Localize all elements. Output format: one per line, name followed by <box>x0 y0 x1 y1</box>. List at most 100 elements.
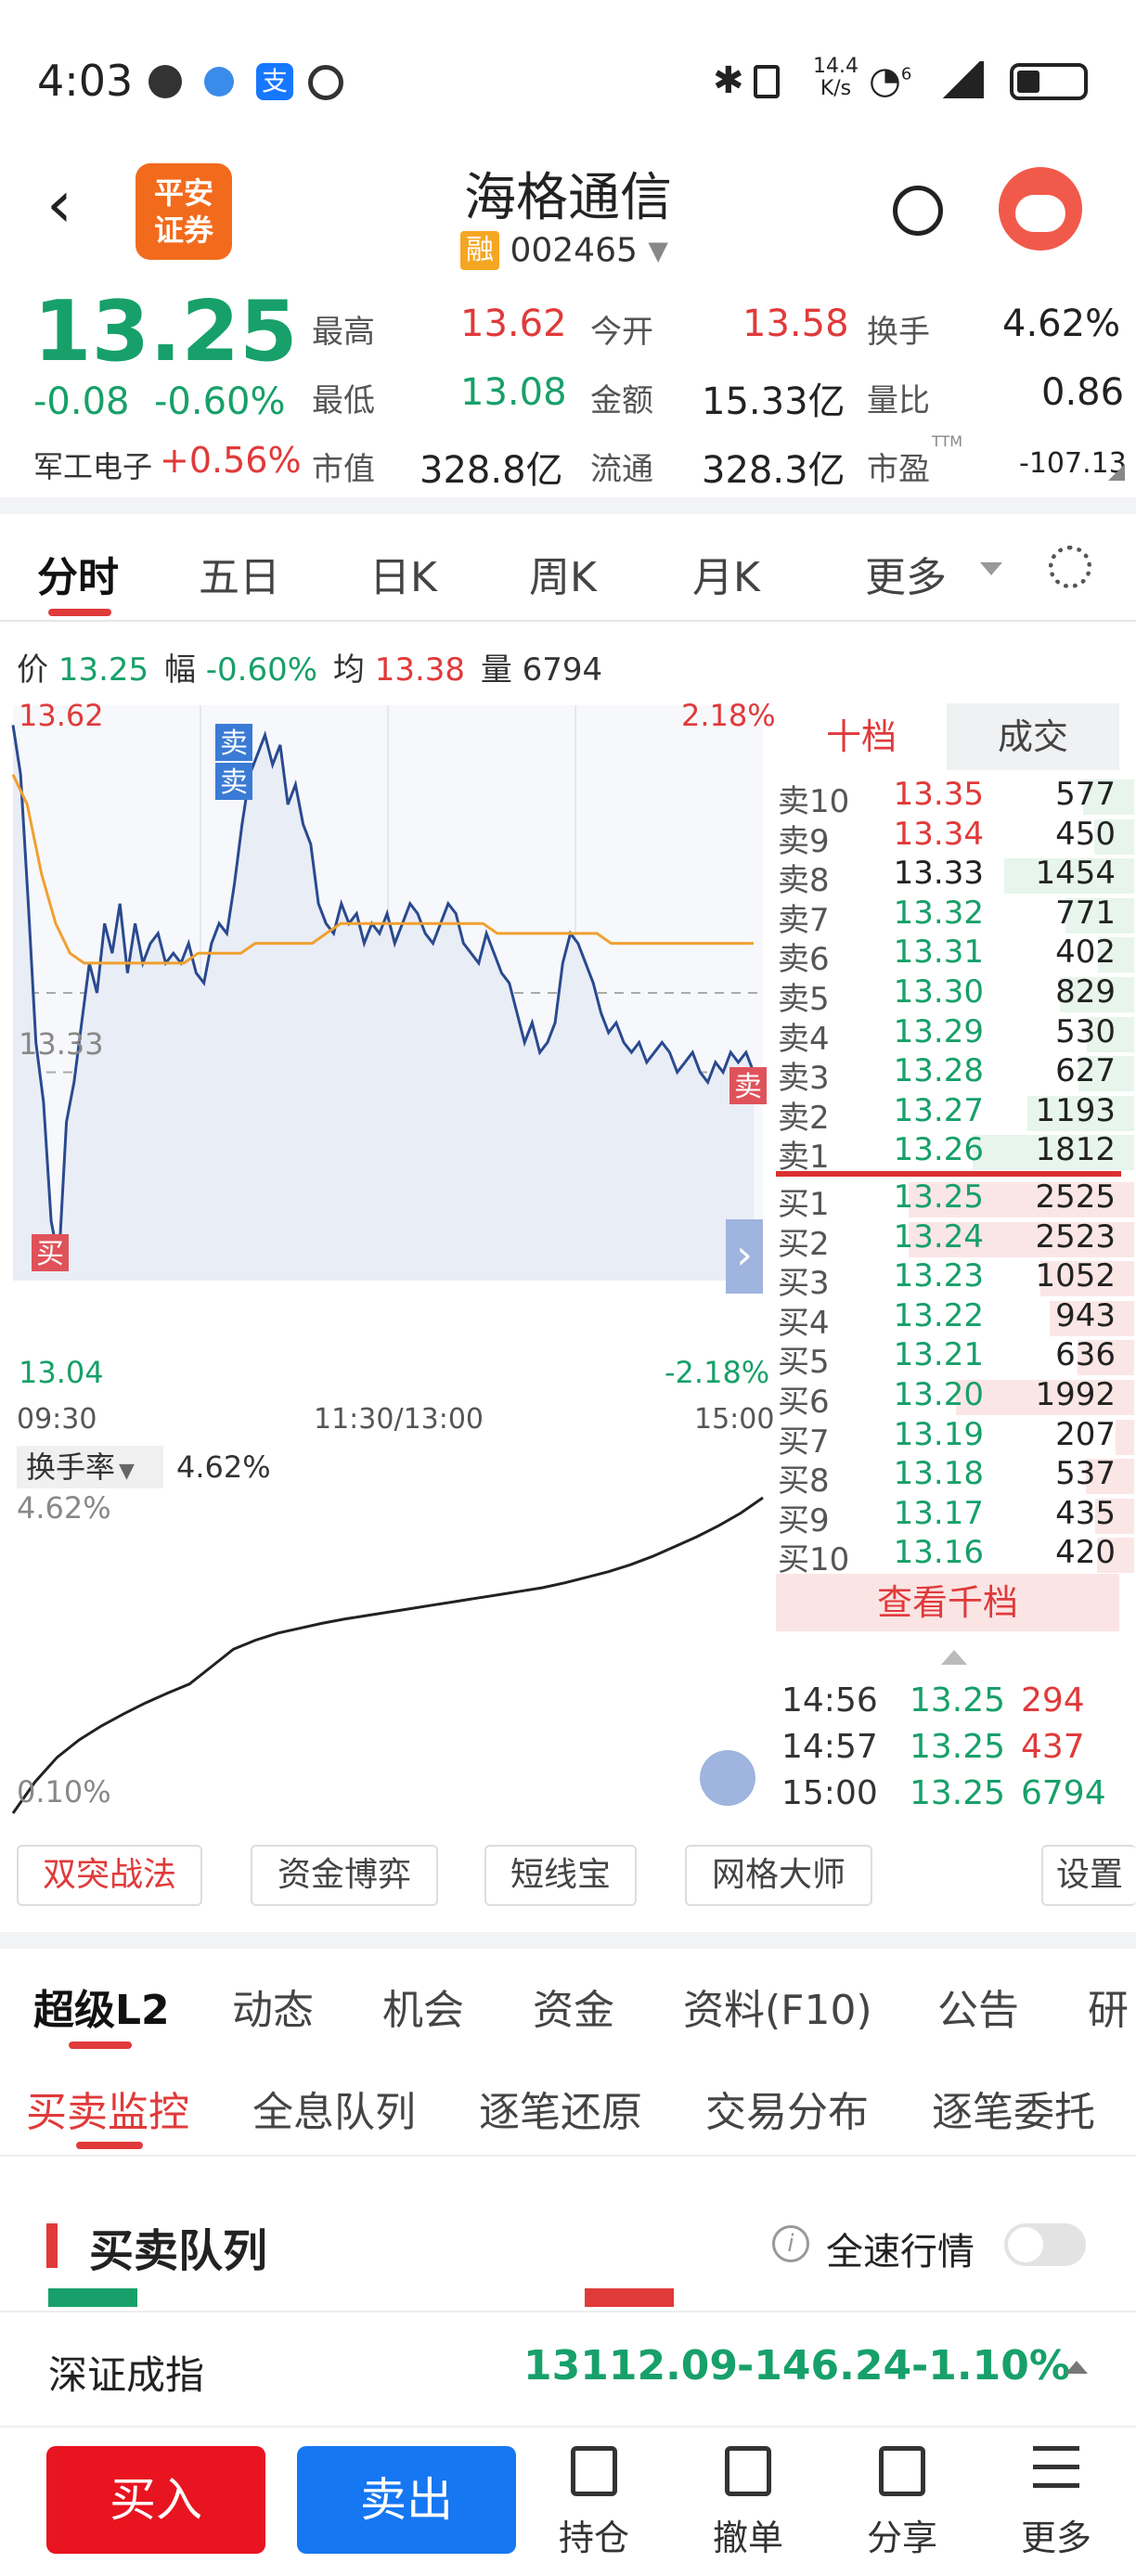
amount-label: 金额 <box>590 382 653 419</box>
trade-time: 15:00 <box>781 1774 878 1812</box>
tool-settings[interactable]: 设置 <box>1041 1845 1136 1906</box>
tool-fund-game[interactable]: 资金博弈 <box>251 1845 438 1906</box>
level-price: 13.23 <box>893 1257 984 1295</box>
tab-intraday[interactable]: 分时 <box>37 544 119 603</box>
tab-weekly[interactable]: 周K <box>529 544 597 603</box>
trade-volume: 437 <box>1021 1728 1085 1766</box>
subtab-tick-orders[interactable]: 逐笔委托 <box>932 2079 1095 2138</box>
queue-strip <box>48 2288 1088 2307</box>
app-notification-icons: 支 <box>148 61 353 102</box>
sector-name[interactable]: 军工电子 <box>33 444 152 486</box>
avatar[interactable] <box>999 167 1082 251</box>
tab-more[interactable]: 更多 <box>865 544 947 603</box>
sector-pct[interactable]: +0.56% <box>160 440 302 481</box>
tab-5day[interactable]: 五日 <box>199 544 280 603</box>
active-tab-underline <box>69 2041 132 2049</box>
trade-volume: 6794 <box>1021 1774 1106 1812</box>
more-chevron-icon[interactable] <box>980 562 1002 575</box>
intraday-chart[interactable]: 卖卖买卖 <box>0 696 776 1401</box>
subtab-full-queue[interactable]: 全息队列 <box>252 2079 416 2138</box>
tab-profile[interactable]: 资料(F10) <box>683 1977 872 2036</box>
level-price: 13.19 <box>893 1415 984 1453</box>
system-status-icons: ✱ 14.4 K/s ◔6 <box>713 56 1103 111</box>
level-volume: 1052 <box>1035 1257 1116 1295</box>
level-price: 13.27 <box>893 1091 984 1129</box>
toggle-label: 全速行情 <box>826 2231 975 2273</box>
orderbook-tab-trades[interactable]: 成交 <box>947 703 1119 770</box>
wifi-icon: ◔6 <box>869 59 912 102</box>
chevron-right-icon[interactable]: › <box>726 1219 763 1294</box>
level-price: 13.28 <box>893 1052 984 1090</box>
tab-super-l2[interactable]: 超级L2 <box>33 1977 170 2036</box>
buy-button[interactable]: 买入 <box>46 2446 265 2554</box>
tab-announcements[interactable]: 公告 <box>937 1977 1019 2036</box>
subtab-trade-monitor[interactable]: 买卖监控 <box>26 2079 189 2138</box>
high-label: 最高 <box>312 314 375 351</box>
tab-monthly[interactable]: 月K <box>692 544 760 603</box>
margin-tag: 融 <box>460 231 499 270</box>
settings-gear-icon[interactable] <box>1049 546 1091 588</box>
chevron-up-icon[interactable] <box>1065 2361 1088 2374</box>
level-volume: 402 <box>1055 934 1116 972</box>
tool-double-break[interactable]: 双突战法 <box>17 1845 202 1906</box>
indicator-value: 4.62% <box>176 1449 271 1485</box>
index-pct: -1.10% <box>911 2342 1070 2389</box>
expand-corner-icon[interactable] <box>1108 464 1125 481</box>
level-price: 13.24 <box>893 1217 984 1256</box>
subtab-trade-distribution[interactable]: 交易分布 <box>705 2079 869 2138</box>
tab-research[interactable]: 研 <box>1088 1977 1129 2036</box>
positions-button[interactable]: 持仓 <box>548 2446 640 2560</box>
active-tab-underline <box>48 609 111 616</box>
active-subtab-underline <box>76 2142 143 2149</box>
level-price: 13.17 <box>893 1494 984 1532</box>
x-axis-end: 15:00 <box>694 1403 775 1436</box>
tab-funds[interactable]: 资金 <box>533 1977 614 2036</box>
stock-name: 海格通信 <box>464 168 672 228</box>
stock-code-row[interactable]: 融 002465 ▼ <box>460 230 668 277</box>
turnover-value: 4.62% <box>1002 303 1121 345</box>
more-button[interactable]: 更多 <box>1010 2446 1103 2560</box>
index-bar[interactable]: 深证成指 13112.09 -146.24 -1.10% <box>0 2311 1136 2428</box>
tool-grid-master[interactable]: 网格大师 <box>685 1845 872 1906</box>
trade-marker: 卖 <box>215 724 252 761</box>
view-more-depth-button[interactable]: 查看千档 <box>776 1574 1119 1631</box>
turnover-bottom: 0.10% <box>17 1774 111 1810</box>
trade-time: 14:56 <box>781 1681 878 1719</box>
chevron-down-icon: ▼ <box>119 1460 135 1483</box>
sell-button[interactable]: 卖出 <box>297 2446 516 2554</box>
undo-icon <box>725 2446 771 2496</box>
indicator-selector[interactable]: 换手率 ▼ <box>17 1446 163 1488</box>
tab-news[interactable]: 动态 <box>232 1977 314 2036</box>
chevron-up-icon[interactable] <box>941 1650 967 1665</box>
high-value: 13.62 <box>460 303 567 345</box>
amount-value: 15.33亿 <box>702 380 846 423</box>
level-price: 13.18 <box>893 1455 984 1493</box>
subtab-tick-replay[interactable]: 逐笔还原 <box>479 2079 642 2138</box>
share-button[interactable]: 分享 <box>856 2446 949 2560</box>
network-speed: 14.4 K/s <box>813 55 858 100</box>
level-volume: 577 <box>1055 776 1116 813</box>
level-volume: 771 <box>1055 894 1116 932</box>
vibrate-icon <box>754 65 780 98</box>
info-icon[interactable]: i <box>772 2225 809 2262</box>
menu-icon <box>1033 2446 1079 2496</box>
level-price: 13.25 <box>893 1179 984 1216</box>
level-volume: 627 <box>1055 1052 1116 1090</box>
x-axis-mid: 11:30/13:00 <box>314 1403 484 1436</box>
level-volume: 450 <box>1055 815 1116 853</box>
volratio-value: 0.86 <box>1041 371 1125 414</box>
trade-time: 14:57 <box>781 1728 878 1766</box>
tool-short-line[interactable]: 短线宝 <box>484 1845 637 1906</box>
orderbook-tab-active[interactable]: 十档 <box>776 703 947 770</box>
tab-opportunity[interactable]: 机会 <box>382 1977 464 2036</box>
mcap-label: 市值 <box>312 451 375 488</box>
fullspeed-toggle[interactable] <box>1004 2223 1086 2266</box>
level-price: 13.20 <box>893 1376 984 1413</box>
tab-daily[interactable]: 日K <box>369 544 437 603</box>
cancel-order-button[interactable]: 撤单 <box>702 2446 794 2560</box>
turnover-chart <box>11 1496 764 1814</box>
queue-title: 买卖队列 <box>89 2225 268 2277</box>
search-icon[interactable] <box>893 186 943 236</box>
index-change: -146.24 <box>737 2342 912 2389</box>
fullscreen-icon[interactable] <box>700 1750 755 1806</box>
